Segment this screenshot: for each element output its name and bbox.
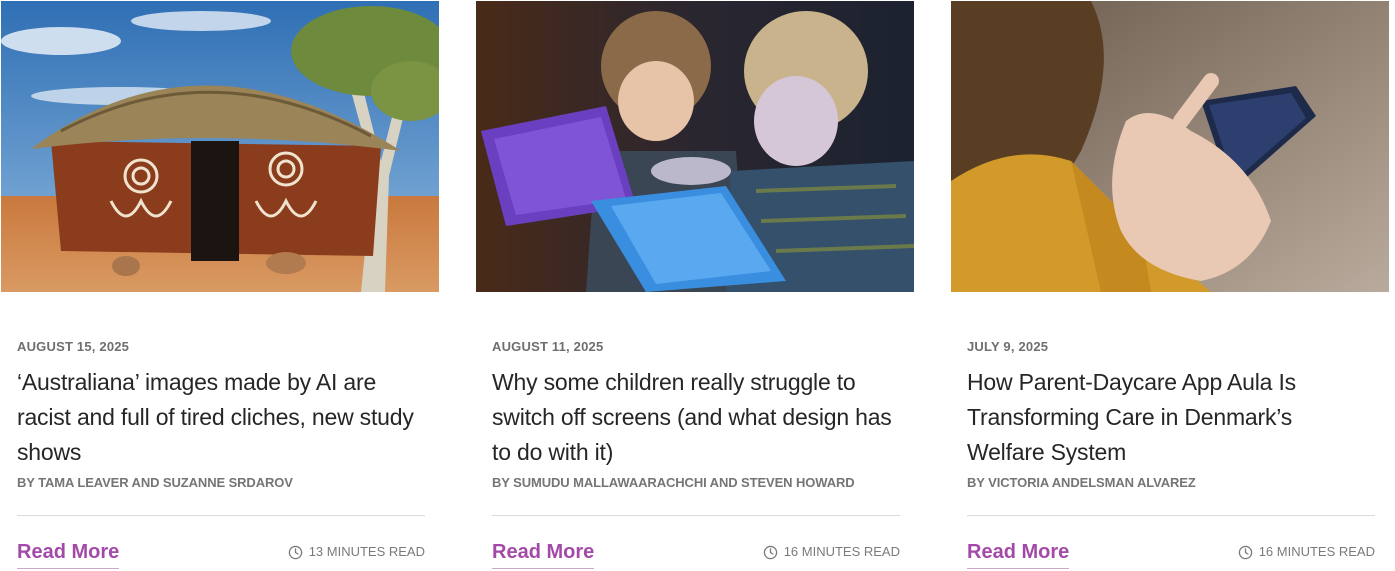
read-time-text: 16 MINUTES READ	[1258, 544, 1375, 559]
article-byline: BY TAMA LEAVER AND SUZANNE SRDAROV	[17, 475, 293, 490]
read-more-link[interactable]: Read More	[492, 538, 595, 569]
clock-icon	[288, 545, 302, 559]
article-title[interactable]: How Parent-Daycare App Aula Is Transform…	[967, 365, 1375, 470]
article-card: AUGUST 15, 2025 ‘Australiana’ images mad…	[1, 0, 439, 571]
article-image-phone-hand[interactable]	[951, 1, 1389, 292]
article-image-children-tablets[interactable]	[476, 1, 914, 292]
article-card: AUGUST 11, 2025 Why some children really…	[476, 0, 914, 571]
article-date: JULY 9, 2025	[967, 339, 1049, 354]
article-card: JULY 9, 2025 How Parent-Daycare App Aula…	[951, 0, 1389, 571]
clock-icon	[763, 545, 777, 559]
article-byline: BY VICTORIA ANDELSMAN ALVAREZ	[967, 475, 1196, 490]
article-date: AUGUST 15, 2025	[17, 339, 130, 354]
article-body: AUGUST 11, 2025 Why some children really…	[492, 338, 900, 492]
read-time-text: 16 MINUTES READ	[783, 544, 900, 559]
article-footer: Read More 13 MINUTES READ	[17, 538, 425, 571]
article-body: JULY 9, 2025 How Parent-Daycare App Aula…	[967, 338, 1375, 492]
article-body: AUGUST 15, 2025 ‘Australiana’ images mad…	[17, 338, 425, 492]
read-more-link[interactable]: Read More	[967, 538, 1070, 569]
read-more-link[interactable]: Read More	[17, 538, 120, 569]
card-divider	[17, 515, 425, 516]
card-divider	[492, 515, 900, 516]
article-footer: Read More 16 MINUTES READ	[967, 538, 1375, 571]
read-time: 16 MINUTES READ	[1238, 544, 1375, 560]
article-footer: Read More 16 MINUTES READ	[492, 538, 900, 571]
clock-icon	[1238, 545, 1252, 559]
read-time-text: 13 MINUTES READ	[308, 544, 425, 559]
article-title[interactable]: Why some children really struggle to swi…	[492, 365, 900, 470]
card-divider	[967, 515, 1375, 516]
article-image-hut[interactable]	[1, 1, 439, 292]
article-byline: BY SUMUDU MALLAWAARACHCHI AND STEVEN HOW…	[492, 475, 855, 490]
article-date: AUGUST 11, 2025	[492, 339, 604, 354]
article-grid: AUGUST 15, 2025 ‘Australiana’ images mad…	[0, 0, 1395, 571]
article-title[interactable]: ‘Australiana’ images made by AI are raci…	[17, 365, 425, 470]
read-time: 13 MINUTES READ	[288, 544, 425, 560]
read-time: 16 MINUTES READ	[763, 544, 900, 560]
